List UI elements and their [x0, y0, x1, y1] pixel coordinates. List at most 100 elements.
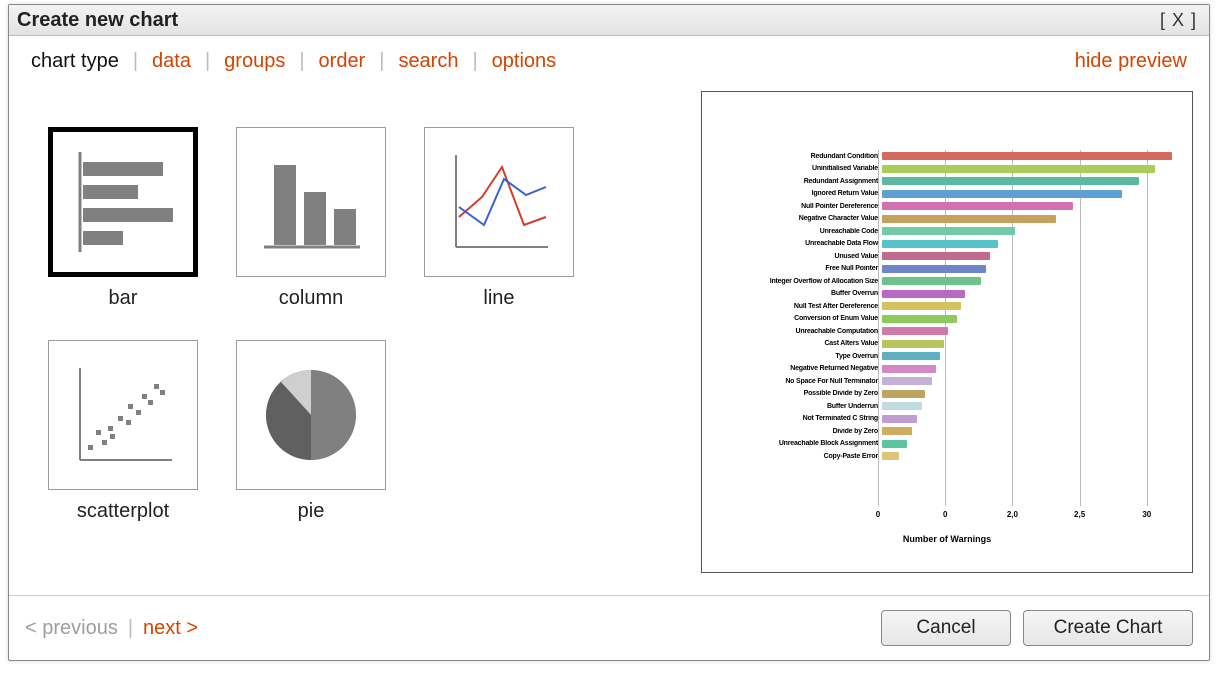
preview-category-label: Copy-Paste Error — [724, 453, 882, 460]
tab-chart-type[interactable]: chart type — [27, 48, 123, 75]
preview-bar-row: Ignored Return Value — [724, 188, 1172, 200]
preview-bar — [882, 352, 940, 360]
pie-chart-icon — [236, 340, 386, 490]
preview-bar — [882, 390, 925, 398]
preview-bar — [882, 202, 1073, 210]
preview-bar-row: No Space For Null Terminator — [724, 375, 1172, 387]
preview-category-label: Negative Returned Negative — [724, 365, 882, 372]
preview-category-label: Divide by Zero — [724, 428, 882, 435]
scatterplot-icon — [48, 340, 198, 490]
dialog-body: bar column — [9, 81, 1209, 595]
tab-search[interactable]: search — [394, 48, 462, 75]
preview-category-label: Buffer Underrun — [724, 403, 882, 410]
preview-category-label: Free Null Pointer — [724, 265, 882, 272]
preview-bar-row: Negative Character Value — [724, 213, 1172, 225]
preview-x-tick: 2,5 — [1074, 510, 1085, 519]
preview-x-tick: 30 — [1142, 510, 1151, 519]
hide-preview-link[interactable]: hide preview — [1075, 50, 1191, 73]
cancel-button[interactable]: Cancel — [881, 610, 1011, 646]
nav-separator: | — [118, 617, 143, 640]
chart-type-label: column — [279, 287, 343, 310]
preview-bar-row: Type Overrun — [724, 350, 1172, 362]
preview-bar — [882, 427, 912, 435]
preview-bar — [882, 215, 1056, 223]
preview-bar — [882, 415, 917, 423]
preview-x-axis-label: Number of Warnings — [702, 534, 1192, 544]
preview-bar — [882, 152, 1172, 160]
preview-bar — [882, 265, 986, 273]
preview-category-label: No Space For Null Terminator — [724, 378, 882, 385]
preview-bar-row: Buffer Underrun — [724, 400, 1172, 412]
create-chart-button[interactable]: Create Chart — [1023, 610, 1193, 646]
chart-type-label: bar — [109, 287, 138, 310]
preview-category-label: Redundant Condition — [724, 153, 882, 160]
preview-bar — [882, 240, 998, 248]
preview-bar-row: Null Pointer Dereference — [724, 200, 1172, 212]
preview-bar-row: Divide by Zero — [724, 425, 1172, 437]
preview-bar-row: Conversion of Enum Value — [724, 313, 1172, 325]
preview-bar-row: Integer Overflow of Allocation Size — [724, 275, 1172, 287]
preview-bar-row: Redundant Condition — [724, 150, 1172, 162]
preview-category-label: Not Terminated C String — [724, 415, 882, 422]
preview-bar-row: Unreachable Computation — [724, 325, 1172, 337]
dialog-title: Create new chart — [17, 9, 178, 32]
preview-bar — [882, 452, 899, 460]
preview-category-label: Unreachable Data Flow — [724, 240, 882, 247]
chart-type-label: scatterplot — [77, 500, 169, 523]
preview-category-label: Uninitialised Variable — [724, 165, 882, 172]
preview-bar-row: Unreachable Data Flow — [724, 238, 1172, 250]
chart-preview-panel: Redundant Condition Uninitialised Variabl… — [701, 91, 1193, 573]
preview-bar — [882, 440, 907, 448]
preview-x-tick: 0 — [943, 510, 947, 519]
preview-bar — [882, 277, 981, 285]
preview-category-label: Unreachable Code — [724, 228, 882, 235]
preview-category-label: Type Overrun — [724, 353, 882, 360]
preview-bar-row: Negative Returned Negative — [724, 363, 1172, 375]
chart-type-bar[interactable]: bar — [43, 127, 203, 310]
preview-bar-row: Cast Alters Value — [724, 338, 1172, 350]
preview-bar-row: Unreachable Code — [724, 225, 1172, 237]
preview-bar — [882, 315, 957, 323]
tab-options[interactable]: options — [488, 48, 561, 75]
preview-x-tick: 2,0 — [1007, 510, 1018, 519]
preview-bar-row: Free Null Pointer — [724, 263, 1172, 275]
bar-chart-icon — [48, 127, 198, 277]
preview-bar — [882, 402, 922, 410]
preview-bar — [882, 177, 1139, 185]
close-button[interactable]: [ X ] — [1156, 10, 1201, 31]
line-chart-icon — [424, 127, 574, 277]
tab-order[interactable]: order — [315, 48, 370, 75]
dialog-titlebar: Create new chart [ X ] — [9, 5, 1209, 36]
preview-category-label: Unused Value — [724, 253, 882, 260]
preview-bar — [882, 252, 990, 260]
tab-separator: | — [123, 50, 148, 73]
chart-type-gallery: bar column — [43, 91, 701, 573]
preview-category-label: Unreachable Computation — [724, 328, 882, 335]
preview-bar-row: Redundant Assignment — [724, 175, 1172, 187]
preview-category-label: Conversion of Enum Value — [724, 315, 882, 322]
preview-bar — [882, 190, 1122, 198]
preview-category-label: Cast Alters Value — [724, 340, 882, 347]
preview-bar — [882, 340, 944, 348]
preview-category-label: Possible Divide by Zero — [724, 390, 882, 397]
next-link[interactable]: next > — [143, 617, 198, 640]
chart-type-line[interactable]: line — [419, 127, 579, 310]
preview-bar-row: Buffer Overrun — [724, 288, 1172, 300]
preview-bar-row: Possible Divide by Zero — [724, 388, 1172, 400]
chart-type-label: line — [483, 287, 514, 310]
preview-bar-row: Unreachable Block Assignment — [724, 438, 1172, 450]
create-chart-dialog: Create new chart [ X ] chart type | data… — [8, 4, 1210, 661]
preview-category-label: Redundant Assignment — [724, 178, 882, 185]
preview-bar — [882, 165, 1155, 173]
chart-type-scatterplot[interactable]: scatterplot — [43, 340, 203, 523]
chart-type-label: pie — [298, 500, 325, 523]
preview-category-label: Unreachable Block Assignment — [724, 440, 882, 447]
tab-groups[interactable]: groups — [220, 48, 289, 75]
preview-bar — [882, 302, 961, 310]
preview-bars: Redundant Condition Uninitialised Variabl… — [724, 150, 1172, 544]
chart-type-column[interactable]: column — [231, 127, 391, 310]
tab-data[interactable]: data — [148, 48, 195, 75]
preview-bar — [882, 227, 1015, 235]
chart-type-pie[interactable]: pie — [231, 340, 391, 523]
preview-category-label: Ignored Return Value — [724, 190, 882, 197]
